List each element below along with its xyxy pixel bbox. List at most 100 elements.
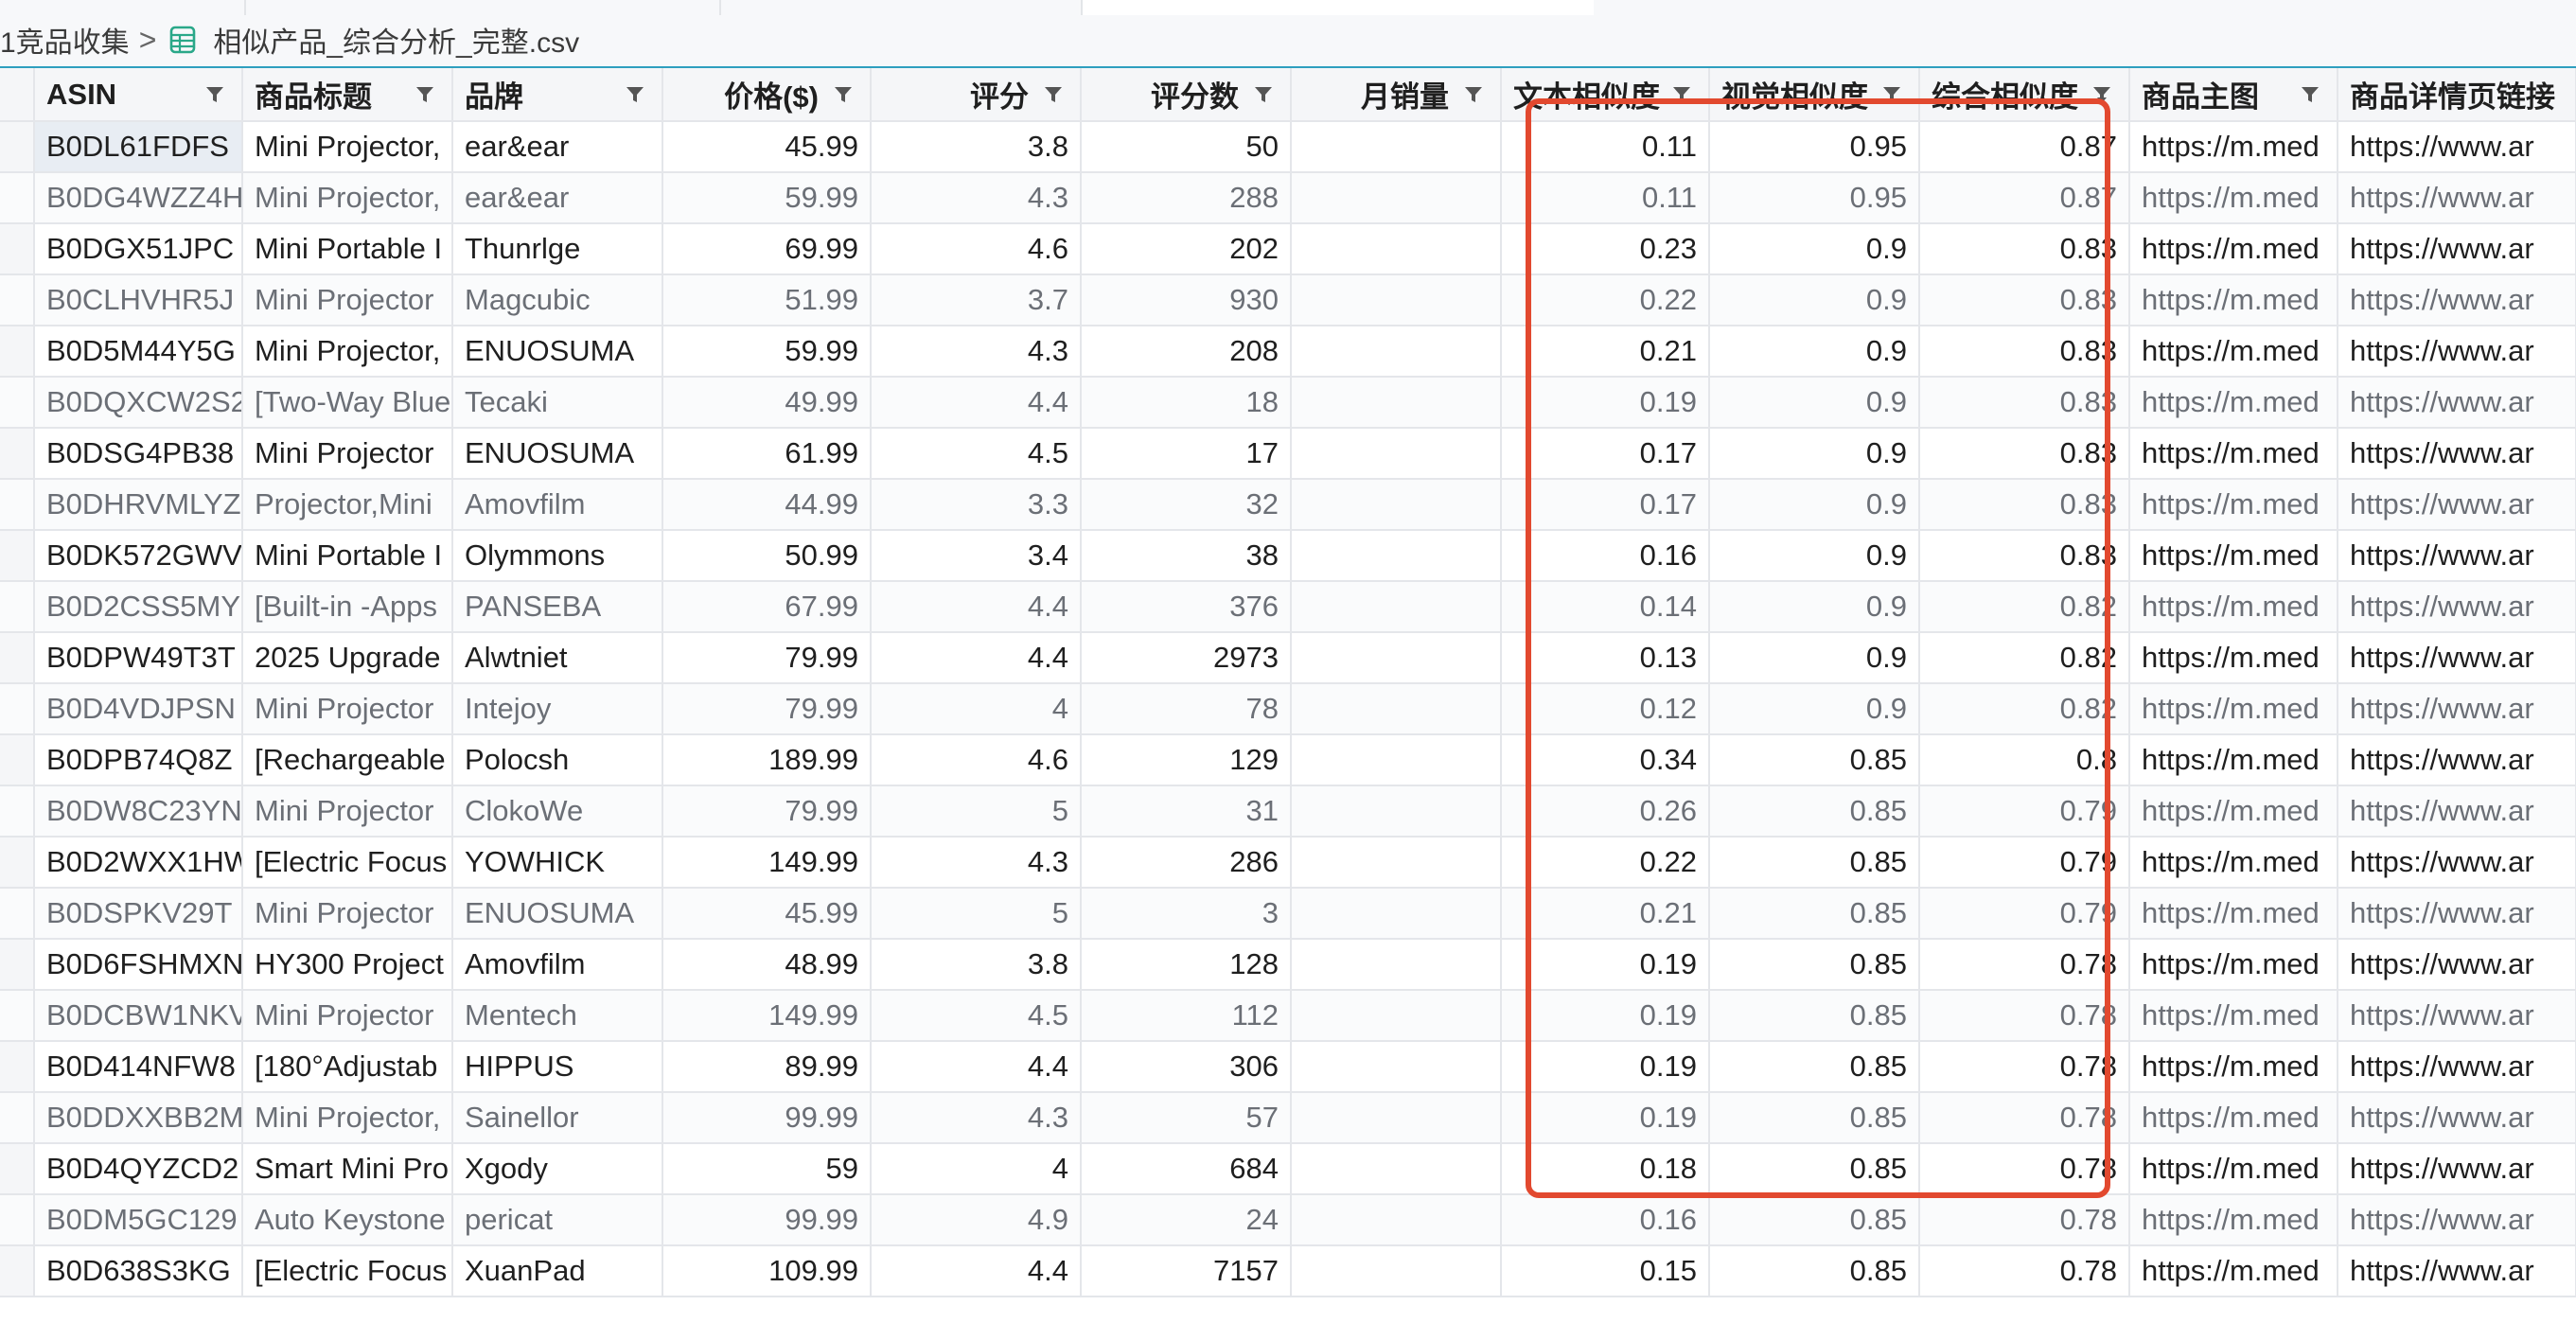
cell-asin[interactable]: B0DPW49T3T <box>34 632 243 684</box>
cell-text_sim[interactable]: 0.16 <box>1501 1194 1710 1246</box>
cell-image[interactable]: https://m.med <box>2129 1245 2338 1297</box>
cell-detail_url[interactable]: https://www.ar <box>2338 888 2576 940</box>
cell-title[interactable]: [Electric Focus <box>242 1245 453 1297</box>
filter-icon[interactable] <box>1464 85 1483 104</box>
cell-rating[interactable]: 4.5 <box>871 428 1082 480</box>
cell-detail_url[interactable]: https://www.ar <box>2338 683 2576 735</box>
cell-rating[interactable]: 3.7 <box>871 274 1082 326</box>
cell-detail_url[interactable]: https://www.ar <box>2338 837 2576 889</box>
row-gutter[interactable] <box>0 632 35 684</box>
cell-detail_url[interactable]: https://www.ar <box>2338 274 2576 326</box>
cell-visual_sim[interactable]: 0.95 <box>1709 121 1920 173</box>
table-row[interactable]: B0DL61FDFS Mini Projector, ear&ear 45.99 3.8… <box>0 121 2576 173</box>
cell-image[interactable]: https://m.med <box>2129 428 2338 480</box>
row-gutter[interactable] <box>0 734 35 786</box>
cell-visual_sim[interactable]: 0.85 <box>1709 990 1920 1042</box>
cell-title[interactable]: Auto Keystone <box>242 1194 453 1246</box>
cell-brand[interactable]: Alwtniet <box>452 632 663 684</box>
cell-text_sim[interactable]: 0.22 <box>1501 837 1710 889</box>
cell-visual_sim[interactable]: 0.95 <box>1709 172 1920 224</box>
cell-detail_url[interactable]: https://www.ar <box>2338 734 2576 786</box>
cell-brand[interactable]: Magcubic <box>452 274 663 326</box>
cell-asin[interactable]: B0DW8C23YN <box>34 785 243 838</box>
cell-asin[interactable]: B0D4QYZCD2 <box>34 1143 243 1195</box>
cell-image[interactable]: https://m.med <box>2129 530 2338 582</box>
data-grid[interactable]: ASIN 商品标题 品牌 价格($) 评分 评分数 月销量 文本相似度 视觉相似度 综合相似度 商品… <box>0 68 2576 1323</box>
cell-visual_sim[interactable]: 0.9 <box>1709 274 1920 326</box>
cell-price[interactable]: 61.99 <box>662 428 872 480</box>
cell-overall_sim[interactable]: 0.78 <box>1919 1245 2130 1297</box>
cell-brand[interactable]: pericat <box>452 1194 663 1246</box>
table-row[interactable]: B0DSG4PB38 Mini Projector ENUOSUMA 61.99 4.5… <box>0 428 2576 480</box>
filter-icon[interactable] <box>834 85 853 104</box>
cell-price[interactable]: 59 <box>662 1143 872 1195</box>
cell-reviews[interactable]: 50 <box>1081 121 1292 173</box>
cell-reviews[interactable]: 202 <box>1081 223 1292 275</box>
cell-detail_url[interactable]: https://www.ar <box>2338 326 2576 378</box>
cell-rating[interactable]: 5 <box>871 785 1082 838</box>
cell-overall_sim[interactable]: 0.83 <box>1919 428 2130 480</box>
cell-image[interactable]: https://m.med <box>2129 479 2338 531</box>
row-gutter[interactable] <box>0 683 35 735</box>
cell-rating[interactable]: 4.3 <box>871 326 1082 378</box>
column-header-price[interactable]: 价格($) <box>662 68 872 122</box>
cell-rating[interactable]: 4 <box>871 683 1082 735</box>
filter-icon[interactable] <box>205 85 224 104</box>
cell-asin[interactable]: B0DQXCW2S2 <box>34 377 243 429</box>
cell-monthly_sales[interactable] <box>1291 1092 1502 1144</box>
cell-reviews[interactable]: 32 <box>1081 479 1292 531</box>
table-row[interactable]: B0D6FSHMXN HY300 Project Amovfilm 48.99 3.8 1… <box>0 939 2576 991</box>
cell-price[interactable]: 67.99 <box>662 581 872 633</box>
row-gutter[interactable] <box>0 223 35 275</box>
row-gutter[interactable] <box>0 1194 35 1246</box>
table-row[interactable]: B0D638S3KG [Electric Focus XuanPad 109.99 4.… <box>0 1245 2576 1297</box>
cell-text_sim[interactable]: 0.26 <box>1501 785 1710 838</box>
cell-title[interactable]: Mini Projector <box>242 274 453 326</box>
cell-monthly_sales[interactable] <box>1291 172 1502 224</box>
cell-overall_sim[interactable]: 0.82 <box>1919 683 2130 735</box>
cell-rating[interactable]: 4.4 <box>871 1245 1082 1297</box>
cell-monthly_sales[interactable] <box>1291 888 1502 940</box>
cell-price[interactable]: 109.99 <box>662 1245 872 1297</box>
cell-asin[interactable]: B0D5M44Y5G <box>34 326 243 378</box>
table-row[interactable]: B0D4QYZCD2 Smart Mini Pro Xgody 59 4 684 0.18 0… <box>0 1143 2576 1195</box>
cell-asin[interactable]: B0DK572GWV <box>34 530 243 582</box>
cell-detail_url[interactable]: https://www.ar <box>2338 530 2576 582</box>
cell-reviews[interactable]: 930 <box>1081 274 1292 326</box>
cell-text_sim[interactable]: 0.18 <box>1501 1143 1710 1195</box>
cell-visual_sim[interactable]: 0.85 <box>1709 1092 1920 1144</box>
cell-text_sim[interactable]: 0.19 <box>1501 990 1710 1042</box>
table-row[interactable]: B0DPW49T3T 2025 Upgrade Alwtniet 79.99 4.4 29… <box>0 632 2576 684</box>
cell-detail_url[interactable]: https://www.ar <box>2338 1041 2576 1093</box>
cell-title[interactable]: [Built-in -Apps <box>242 581 453 633</box>
cell-reviews[interactable]: 684 <box>1081 1143 1292 1195</box>
cell-brand[interactable]: ClokoWe <box>452 785 663 838</box>
cell-monthly_sales[interactable] <box>1291 1245 1502 1297</box>
cell-detail_url[interactable]: https://www.ar <box>2338 581 2576 633</box>
cell-title[interactable]: Mini Portable I <box>242 223 453 275</box>
cell-price[interactable]: 149.99 <box>662 837 872 889</box>
cell-asin[interactable]: B0D4VDJPSN <box>34 683 243 735</box>
cell-monthly_sales[interactable] <box>1291 683 1502 735</box>
cell-overall_sim[interactable]: 0.78 <box>1919 1092 2130 1144</box>
cell-monthly_sales[interactable] <box>1291 326 1502 378</box>
cell-brand[interactable]: PANSEBA <box>452 581 663 633</box>
table-row[interactable]: B0D2WXX1HW [Electric Focus YOWHICK 149.99 4.… <box>0 837 2576 889</box>
cell-detail_url[interactable]: https://www.ar <box>2338 990 2576 1042</box>
cell-price[interactable]: 69.99 <box>662 223 872 275</box>
cell-asin[interactable]: B0DGX51JPC <box>34 223 243 275</box>
cell-monthly_sales[interactable] <box>1291 274 1502 326</box>
cell-detail_url[interactable]: https://www.ar <box>2338 223 2576 275</box>
cell-image[interactable]: https://m.med <box>2129 274 2338 326</box>
cell-asin[interactable]: B0DM5GC129 <box>34 1194 243 1246</box>
breadcrumb-file[interactable]: 相似产品_综合分析_完整.csv <box>213 19 579 61</box>
cell-detail_url[interactable]: https://www.ar <box>2338 172 2576 224</box>
cell-rating[interactable]: 4.5 <box>871 990 1082 1042</box>
cell-image[interactable]: https://m.med <box>2129 837 2338 889</box>
cell-monthly_sales[interactable] <box>1291 428 1502 480</box>
row-gutter[interactable] <box>0 121 35 173</box>
cell-visual_sim[interactable]: 0.85 <box>1709 785 1920 838</box>
cell-title[interactable]: Mini Projector <box>242 785 453 838</box>
cell-monthly_sales[interactable] <box>1291 837 1502 889</box>
cell-price[interactable]: 45.99 <box>662 121 872 173</box>
